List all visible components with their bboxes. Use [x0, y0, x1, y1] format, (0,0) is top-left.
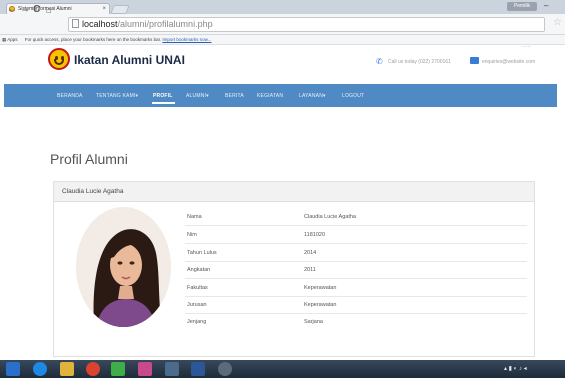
nav-item-logout[interactable]: LOGOUT	[342, 92, 364, 100]
app-icon[interactable]	[138, 362, 152, 376]
field-label-angkatan: Angkatan	[187, 267, 211, 273]
system-tray[interactable]: ▴ ▮ ◐ ♪ ◂	[504, 364, 527, 374]
internet-explorer-icon[interactable]	[33, 362, 47, 376]
chrome-icon[interactable]	[86, 362, 100, 376]
field-value-nama: Claudia Lucie Agatha	[304, 214, 356, 220]
row-divider	[185, 243, 527, 244]
field-value-tahun-lulus: 2014	[304, 250, 317, 256]
nav-item-profil[interactable]: PROFIL	[153, 92, 173, 100]
field-value-jenjang: Sarjana	[304, 319, 323, 325]
bookmarks-hint-text: For quick access, place your bookmarks h…	[24, 37, 162, 42]
address-bar-url[interactable]: localhost/alumni/profilalumni.php	[82, 18, 213, 31]
word-icon[interactable]	[191, 362, 205, 376]
windows-start-icon[interactable]	[6, 362, 20, 376]
page-title: Profil Alumni	[50, 151, 128, 167]
nav-item-beranda[interactable]: BERANDA	[57, 92, 83, 100]
import-bookmarks-link[interactable]: Import bookmarks now...	[162, 37, 211, 42]
field-value-fakultas: Keperawatan	[304, 285, 337, 291]
close-tab-icon[interactable]: ×	[102, 4, 106, 14]
nav-item-label: LAYANAN	[299, 93, 324, 99]
row-divider	[185, 225, 527, 226]
nav-item-layanan[interactable]: LAYANAN▾	[299, 92, 326, 100]
field-label-nim: Nim	[187, 232, 197, 238]
site-brand[interactable]: Ikatan Alumni UNAI	[74, 52, 185, 68]
row-divider	[185, 261, 527, 262]
site-logo-icon[interactable]	[48, 48, 70, 70]
nav-item-kegiatan[interactable]: KEGIATAN	[257, 92, 283, 100]
bookmarks-bar: ▦ Apps For quick access, place your book…	[0, 35, 565, 45]
header-tagline: — —	[522, 43, 532, 48]
minimize-window-icon[interactable]: –	[544, 1, 548, 11]
envelope-icon	[470, 57, 479, 64]
apps-label: Apps	[7, 37, 18, 42]
phone-icon: ✆	[376, 57, 383, 66]
url-host: localhost	[82, 19, 118, 29]
page-icon	[72, 19, 79, 28]
bookmark-star-icon[interactable]: ☆	[553, 17, 562, 28]
field-label-jurusan: Jurusan	[187, 302, 207, 308]
field-value-nim: 1181020	[304, 232, 326, 238]
app-icon[interactable]	[165, 362, 179, 376]
forward-arrow-icon[interactable]: →	[20, 4, 30, 16]
row-divider	[185, 313, 527, 314]
apps-shortcut[interactable]: ▦ Apps	[2, 35, 18, 45]
row-divider	[185, 296, 527, 297]
caret-down-icon: ▾	[323, 93, 326, 99]
field-label-fakultas: Fakultas	[187, 285, 208, 291]
nav-item-tentang-kami[interactable]: TENTANG KAMI▾	[96, 92, 138, 100]
nav-item-label: ALUMNI	[186, 93, 207, 99]
field-label-tahun-lulus: Tahun Lulus	[187, 250, 217, 256]
profile-panel-name: Claudia Lucie Agatha	[62, 188, 124, 195]
new-tab-button[interactable]	[110, 5, 130, 14]
caret-down-icon: ▾	[206, 93, 209, 99]
field-label-jenjang: Jenjang	[187, 319, 207, 325]
profile-photo	[76, 207, 171, 327]
app-icon[interactable]	[218, 362, 232, 376]
file-explorer-icon[interactable]	[60, 362, 74, 376]
row-divider	[185, 278, 527, 279]
contact-email[interactable]: enquiries@website.com	[482, 58, 535, 66]
windows-taskbar	[0, 360, 565, 378]
contact-phone: Call us today (022) 2700161	[388, 59, 451, 65]
field-value-jurusan: Keperawatan	[304, 302, 337, 308]
caret-down-icon: ▾	[135, 93, 139, 99]
browser-user-button[interactable]: Pemilik	[507, 2, 537, 11]
url-path: /alumni/profilalumni.php	[117, 19, 213, 29]
field-label-nama: Nama	[187, 214, 202, 220]
nav-item-label: TENTANG KAMI	[96, 93, 136, 99]
profile-panel-header	[54, 182, 534, 202]
field-value-angkatan: 2011	[304, 267, 316, 273]
back-arrow-icon[interactable]: ←	[7, 4, 17, 16]
nav-item-alumni[interactable]: ALUMNI▾	[186, 92, 209, 100]
active-nav-indicator	[152, 102, 175, 104]
reload-icon[interactable]: C	[33, 4, 40, 16]
media-player-icon[interactable]	[111, 362, 125, 376]
nav-item-berita[interactable]: BERITA	[225, 92, 244, 100]
home-icon[interactable]: ⌂	[46, 4, 51, 16]
